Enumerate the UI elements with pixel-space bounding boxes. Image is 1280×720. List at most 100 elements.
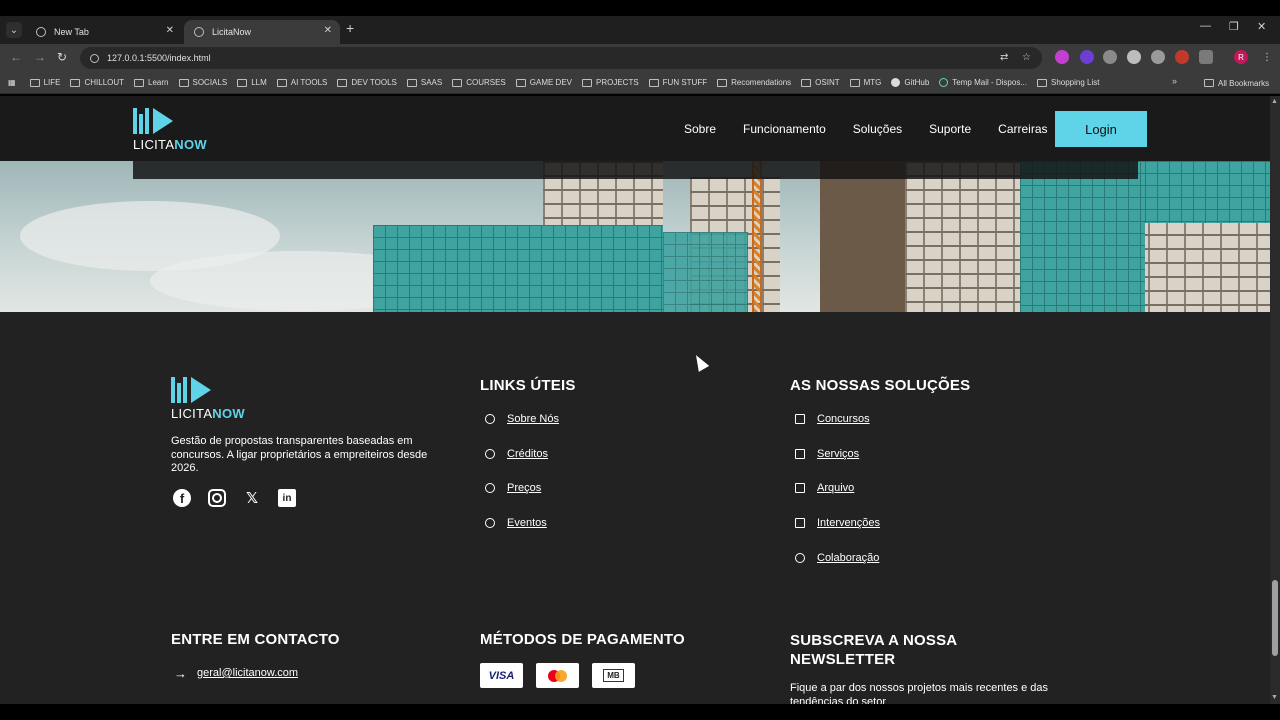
instagram-icon[interactable] bbox=[208, 489, 226, 507]
temp-mail-icon bbox=[939, 78, 949, 87]
forward-arrow-icon[interactable]: → bbox=[34, 50, 46, 64]
nav-sobre[interactable]: Sobre bbox=[684, 122, 716, 136]
extension-download-icon[interactable] bbox=[1055, 50, 1069, 64]
link-label[interactable]: Créditos bbox=[507, 448, 548, 460]
folder-icon bbox=[276, 78, 287, 87]
folder-icon bbox=[237, 78, 248, 87]
linkedin-icon[interactable]: in bbox=[278, 489, 296, 507]
kebab-menu-icon[interactable]: ⋮ bbox=[1262, 52, 1272, 63]
bookmark-temp-mail[interactable]: Temp Mail - Dispos... bbox=[939, 78, 1027, 87]
link-label[interactable]: Preços bbox=[507, 482, 541, 494]
price-tag-icon bbox=[485, 483, 495, 493]
nav-carreiras[interactable]: Carreiras bbox=[998, 122, 1047, 136]
puzzle-icon[interactable] bbox=[1199, 50, 1213, 64]
footer-link-sobre-nos[interactable]: Sobre Nós bbox=[485, 412, 559, 426]
contact-title: ENTRE EM CONTACTO bbox=[171, 631, 340, 648]
footer-logo[interactable]: LICITANOW bbox=[171, 377, 245, 421]
x-twitter-icon[interactable]: 𝕏 bbox=[243, 489, 261, 507]
new-tab-plus-icon[interactable]: + bbox=[346, 20, 354, 36]
bookmark-folder[interactable]: CHILLOUT bbox=[70, 78, 124, 87]
folder-icon bbox=[1036, 78, 1047, 87]
apps-grid-icon[interactable]: ▦ bbox=[8, 78, 16, 87]
link-label[interactable]: Eventos bbox=[507, 517, 547, 529]
footer-link-colaboracao[interactable]: Colaboração bbox=[795, 551, 879, 565]
minimize-icon[interactable]: — bbox=[1200, 20, 1211, 32]
bookmark-folder[interactable]: FUN STUFF bbox=[648, 78, 708, 87]
bookmark-folder[interactable]: Learn bbox=[134, 78, 169, 87]
facebook-icon[interactable]: f bbox=[173, 489, 191, 507]
site-info-icon[interactable] bbox=[90, 53, 99, 63]
window-close-icon[interactable]: ✕ bbox=[1257, 20, 1266, 33]
worker-icon bbox=[795, 518, 805, 528]
footer-link-precos[interactable]: Preços bbox=[485, 481, 541, 495]
scroll-down-icon[interactable]: ▼ bbox=[1271, 694, 1278, 701]
scroll-up-icon[interactable]: ▲ bbox=[1271, 98, 1278, 105]
footer-link-intervencoes[interactable]: Intervenções bbox=[795, 516, 880, 530]
bookmark-folder[interactable]: AI TOOLS bbox=[276, 78, 327, 87]
footer-link-eventos[interactable]: Eventos bbox=[485, 516, 547, 530]
link-label[interactable]: Sobre Nós bbox=[507, 413, 559, 425]
camera-icon[interactable] bbox=[1103, 50, 1117, 64]
mouse-cursor bbox=[690, 352, 710, 372]
restore-icon[interactable]: ❐ bbox=[1229, 20, 1239, 33]
folder-icon bbox=[337, 78, 348, 87]
site-logo[interactable]: LICITANOW bbox=[133, 108, 207, 152]
scroll-thumb[interactable] bbox=[1272, 580, 1278, 656]
email-link[interactable]: geral@licitanow.com bbox=[197, 667, 298, 679]
bookmark-folder[interactable]: DEV TOOLS bbox=[337, 78, 397, 87]
bookmark-folder[interactable]: OSINT bbox=[801, 78, 840, 87]
bookmark-folder[interactable]: COURSES bbox=[452, 78, 506, 87]
extension-icon[interactable] bbox=[1080, 50, 1094, 64]
nav-solucoes[interactable]: Soluções bbox=[853, 122, 902, 136]
close-icon[interactable]: ✕ bbox=[324, 25, 332, 36]
location-pin-icon bbox=[485, 518, 495, 528]
bookmarks-overflow-icon[interactable]: » bbox=[1172, 76, 1177, 86]
bookmark-folder[interactable]: Shopping List bbox=[1036, 78, 1099, 87]
nav-suporte[interactable]: Suporte bbox=[929, 122, 971, 136]
login-button[interactable]: Login bbox=[1055, 111, 1147, 147]
bookmark-folder[interactable]: LLM bbox=[237, 78, 267, 87]
link-label[interactable]: Colaboração bbox=[817, 552, 879, 564]
address-bar[interactable]: 127.0.0.1:5500/index.html bbox=[80, 47, 1042, 69]
footer-link-servicos[interactable]: Serviços bbox=[795, 447, 859, 461]
folder-icon bbox=[70, 78, 81, 87]
tab-new-tab[interactable]: New Tab ✕ bbox=[26, 20, 182, 44]
folder-icon bbox=[452, 78, 463, 87]
bookmark-folder[interactable]: GAME DEV bbox=[515, 78, 572, 87]
tab-search-icon[interactable]: ⌄ bbox=[6, 22, 22, 38]
link-label[interactable]: Concursos bbox=[817, 413, 870, 425]
bookmark-folder[interactable]: LIFE bbox=[29, 78, 60, 87]
bookmark-folder[interactable]: Recomendations bbox=[717, 78, 791, 87]
bookmark-folder[interactable]: PROJECTS bbox=[582, 78, 639, 87]
extension-drop-icon[interactable] bbox=[1151, 50, 1165, 64]
bookmark-label: FUN STUFF bbox=[662, 78, 708, 87]
close-icon[interactable]: ✕ bbox=[166, 25, 174, 36]
footer-link-arquivo[interactable]: Arquivo bbox=[795, 481, 854, 495]
bookmark-folder[interactable]: SOCIALS bbox=[178, 78, 227, 87]
bookmark-github[interactable]: GitHub bbox=[891, 78, 929, 87]
link-label[interactable]: Arquivo bbox=[817, 482, 854, 494]
back-arrow-icon[interactable]: ← bbox=[10, 50, 22, 64]
footer-link-creditos[interactable]: Créditos bbox=[485, 447, 548, 461]
visa-label: VISA bbox=[488, 669, 515, 682]
tab-licitanow[interactable]: LicitaNow ✕ bbox=[184, 20, 340, 44]
extension-red-icon[interactable] bbox=[1175, 50, 1189, 64]
translate-icon[interactable]: ⇄ bbox=[1000, 52, 1008, 63]
footer-link-concursos[interactable]: Concursos bbox=[795, 412, 870, 426]
archive-icon bbox=[795, 483, 805, 493]
all-bookmarks[interactable]: All Bookmarks bbox=[1204, 72, 1269, 94]
bookmark-folder[interactable]: SAAS bbox=[406, 78, 442, 87]
folder-icon bbox=[515, 78, 526, 87]
link-label[interactable]: Intervenções bbox=[817, 517, 880, 529]
page-scrollbar[interactable]: ▲ ▼ bbox=[1270, 96, 1280, 704]
bookmark-folder[interactable]: MTG bbox=[849, 78, 881, 87]
multibanco-logo: MB bbox=[592, 663, 635, 688]
link-label[interactable]: Serviços bbox=[817, 448, 859, 460]
eyedropper-icon[interactable] bbox=[1127, 50, 1141, 64]
nav-funcionamento[interactable]: Funcionamento bbox=[743, 122, 826, 136]
reload-icon[interactable]: ↻ bbox=[57, 50, 67, 64]
contact-email[interactable]: → geral@licitanow.com bbox=[174, 666, 298, 681]
profile-avatar[interactable]: R bbox=[1234, 50, 1248, 64]
site-header: LICITANOW Sobre Funcionamento Soluções S… bbox=[0, 96, 1270, 161]
star-icon[interactable]: ☆ bbox=[1022, 52, 1031, 63]
